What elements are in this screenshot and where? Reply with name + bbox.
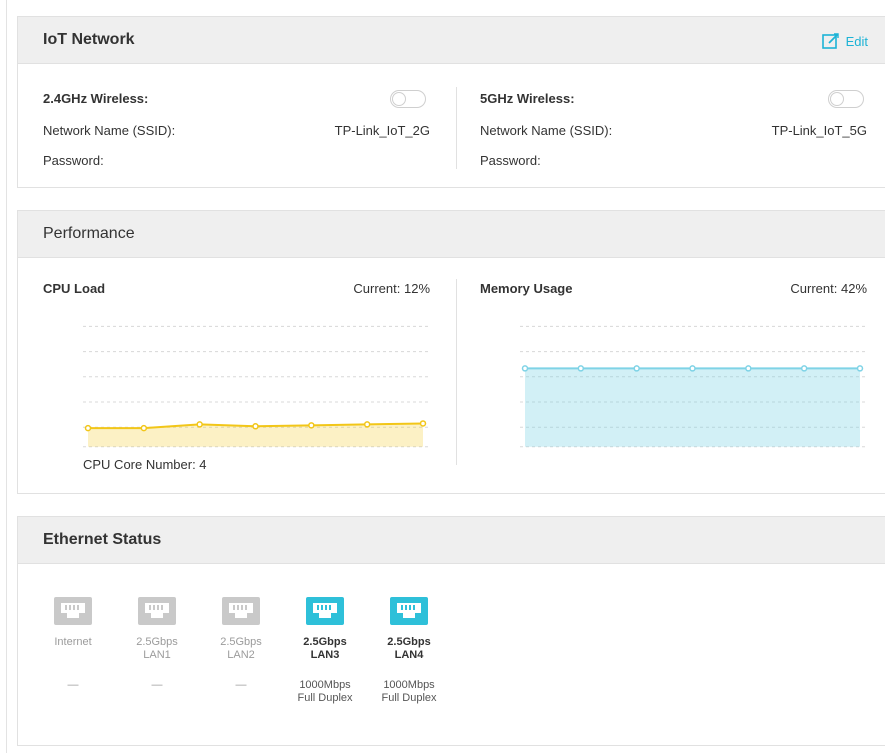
cpu-point	[196, 421, 203, 428]
cpu-load-chart	[83, 325, 428, 448]
ethernet-port-icon	[222, 597, 260, 625]
ethernet-port-name: 2.5Gbps LAN4	[377, 636, 441, 662]
band24-toggle[interactable]	[390, 90, 426, 108]
iot-network-header: IoT Network Edit	[18, 17, 885, 64]
memory-usage-label: Memory Usage	[480, 281, 573, 296]
cpu-point	[419, 420, 427, 427]
memory-usage-chart	[520, 325, 865, 448]
ethernet-port-name: 2.5Gbps LAN2	[209, 636, 273, 662]
page-left-border	[6, 0, 7, 753]
edit-button[interactable]: Edit	[821, 33, 868, 50]
port-name-line1: Internet	[54, 636, 92, 648]
band24-label: 2.4GHz Wireless:	[43, 91, 149, 106]
cpu-point	[84, 424, 92, 432]
port-name-line1: 2.5Gbps	[136, 636, 178, 648]
ethernet-port-status: —	[41, 679, 105, 692]
band5-password-label: Password:	[480, 153, 541, 168]
ethernet-port-status: —	[209, 679, 273, 692]
ethernet-status-card: Ethernet Status Internet — 2.5Gbps LAN1 …	[17, 516, 885, 746]
cpu-point	[363, 421, 371, 428]
port-name-line1: 2.5Gbps	[387, 636, 431, 648]
port-name-line2: LAN3	[310, 649, 340, 661]
ethernet-port-5: 2.5Gbps LAN4 1000Mbps Full Duplex	[377, 596, 441, 705]
edit-icon	[821, 33, 839, 49]
performance-card: Performance CPU Load Current: 12% CPU Co…	[17, 210, 885, 494]
ethernet-port-status: 1000Mbps Full Duplex	[293, 679, 357, 705]
performance-title: Performance	[43, 225, 135, 242]
ethernet-port-2: 2.5Gbps LAN1 —	[125, 596, 189, 692]
memory-point	[856, 365, 864, 372]
ethernet-port-icon	[54, 597, 92, 625]
memory-area	[525, 368, 860, 447]
port-status-line1: 1000Mbps	[383, 679, 435, 691]
memory-point	[689, 365, 696, 372]
ethernet-port-icon	[390, 597, 428, 625]
ethernet-port-1: Internet —	[41, 596, 105, 692]
band5-toggle[interactable]	[828, 90, 864, 108]
port-name-line1: 2.5Gbps	[303, 636, 347, 648]
iot-divider	[456, 87, 457, 169]
ethernet-status-title: Ethernet Status	[43, 531, 162, 548]
memory-point	[633, 365, 640, 372]
port-name-line2	[41, 649, 105, 662]
cpu-point	[308, 422, 315, 429]
ethernet-port-icon	[306, 597, 344, 625]
memory-point	[745, 365, 752, 372]
port-status-line1: —	[67, 679, 79, 691]
ethernet-port-status: 1000Mbps Full Duplex	[377, 679, 441, 705]
iot-network-card: IoT Network Edit 2.4GHz Wireless: Networ…	[17, 16, 885, 188]
band24-toggle-knob	[392, 92, 406, 106]
port-status-line2: Full Duplex	[297, 692, 353, 704]
memory-point	[800, 365, 808, 372]
band5-toggle-knob	[830, 92, 844, 106]
memory-current-value: Current: 42%	[790, 281, 867, 296]
band5-label: 5GHz Wireless:	[480, 91, 575, 106]
performance-divider	[456, 279, 457, 465]
ethernet-port-icon	[138, 597, 176, 625]
port-status-line2: Full Duplex	[381, 692, 437, 704]
port-status-line1: 1000Mbps	[299, 679, 351, 691]
ethernet-port-name: Internet	[41, 636, 105, 662]
memory-point	[577, 365, 585, 372]
iot-network-title: IoT Network	[43, 31, 135, 48]
memory-point	[521, 365, 529, 372]
port-name-line1: 2.5Gbps	[220, 636, 262, 648]
band5-ssid-value: TP-Link_IoT_5G	[771, 123, 867, 138]
ethernet-status-header: Ethernet Status	[18, 517, 885, 564]
ethernet-port-name: 2.5Gbps LAN1	[125, 636, 189, 662]
ethernet-port-3: 2.5Gbps LAN2 —	[209, 596, 273, 692]
cpu-current-value: Current: 12%	[353, 281, 430, 296]
ethernet-port-status: —	[125, 679, 189, 692]
cpu-load-label: CPU Load	[43, 281, 106, 296]
cpu-point	[252, 423, 259, 430]
port-name-line2: LAN2	[227, 649, 255, 661]
port-status-line1: —	[235, 679, 247, 691]
ethernet-port-name: 2.5Gbps LAN3	[293, 636, 357, 662]
cpu-core-number: CPU Core Number: 4	[83, 457, 207, 472]
port-name-line2: LAN1	[143, 649, 171, 661]
band24-ssid-value: TP-Link_IoT_2G	[334, 123, 430, 138]
cpu-point	[140, 424, 148, 432]
edit-label[interactable]: Edit	[846, 34, 868, 49]
port-status-line1: —	[151, 679, 163, 691]
performance-header: Performance	[18, 211, 885, 258]
band24-password-label: Password:	[43, 153, 104, 168]
ethernet-port-4: 2.5Gbps LAN3 1000Mbps Full Duplex	[293, 596, 357, 705]
port-name-line2: LAN4	[394, 649, 424, 661]
band5-ssid-label: Network Name (SSID):	[480, 123, 613, 138]
band24-ssid-label: Network Name (SSID):	[43, 123, 176, 138]
